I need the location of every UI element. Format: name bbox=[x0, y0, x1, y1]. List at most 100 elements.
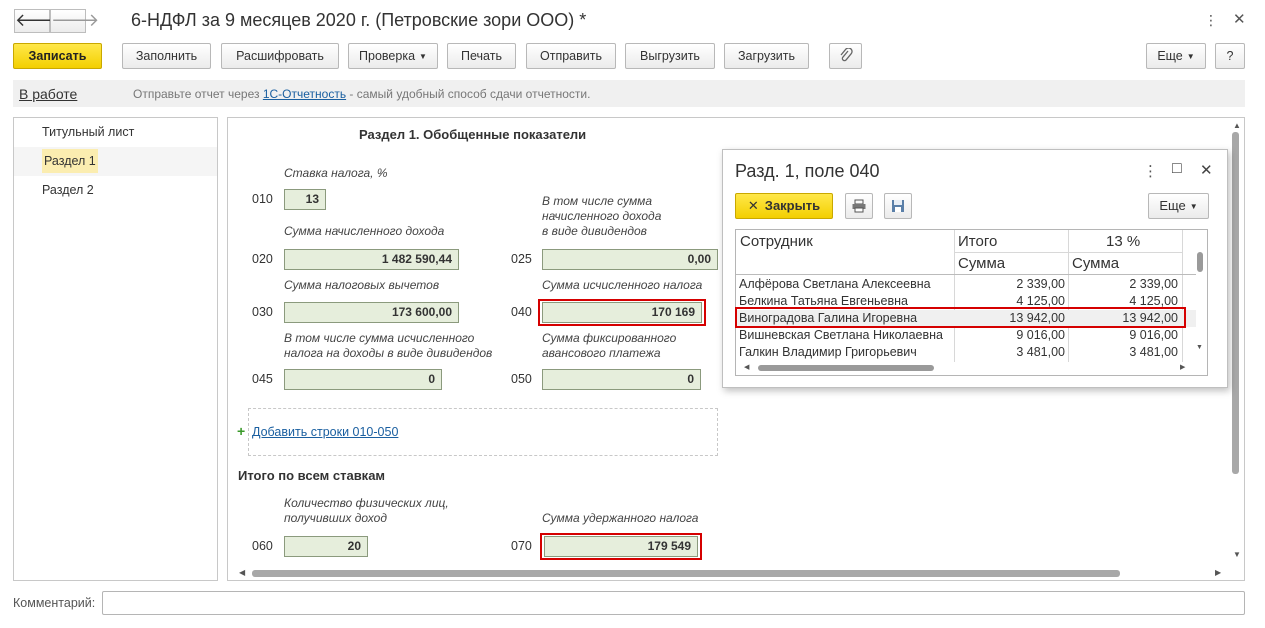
caret-down-icon: ▼ bbox=[1186, 51, 1195, 61]
cell-rate13: 2 339,00 bbox=[1129, 277, 1178, 291]
scroll-left-icon[interactable]: ◀ bbox=[239, 568, 245, 577]
employee-table: Сотрудник Итого 13 % Сумма Сумма Алфёров… bbox=[735, 229, 1208, 376]
field-060[interactable]: 20 bbox=[284, 536, 368, 557]
div-tax-label-line: налога на доходы в виде дивидендов bbox=[284, 346, 493, 360]
popup-title: Разд. 1, поле 040 bbox=[735, 161, 880, 181]
col-header-sum-rate[interactable]: Сумма bbox=[1072, 255, 1119, 272]
highlight-040 bbox=[538, 299, 706, 326]
cell-rate13: 9 016,00 bbox=[1129, 328, 1178, 342]
decode-button[interactable]: Расшифровать bbox=[221, 43, 339, 69]
reporting-link[interactable]: 1С-Отчетность bbox=[263, 87, 346, 101]
cell-total: 2 339,00 bbox=[1016, 277, 1065, 291]
highlight-070 bbox=[540, 533, 702, 560]
back-button[interactable]: 🡐 bbox=[14, 9, 63, 33]
col-header-rate[interactable]: 13 % bbox=[1106, 233, 1140, 250]
arrow-right-icon: 🡒 bbox=[51, 10, 100, 30]
fixed-label: Сумма фиксированного авансового платежа bbox=[542, 331, 676, 361]
header-divider bbox=[954, 252, 1182, 253]
cell-rate13: 4 125,00 bbox=[1129, 294, 1178, 308]
popup-close-button[interactable]: ✕ Закрыть bbox=[735, 193, 833, 219]
close-icon[interactable]: ✕ bbox=[1233, 12, 1246, 28]
code-025: 025 bbox=[511, 252, 532, 266]
check-dropdown-button[interactable]: Проверка ▼ bbox=[348, 43, 438, 69]
col-header-employee[interactable]: Сотрудник bbox=[740, 233, 813, 250]
horizontal-scrollbar[interactable] bbox=[252, 570, 1120, 577]
field-025[interactable]: 0,00 bbox=[542, 249, 718, 270]
nav-item-title-page[interactable]: Титульный лист bbox=[14, 118, 217, 147]
field-050[interactable]: 0 bbox=[542, 369, 701, 390]
more-options-icon[interactable]: ⋮ bbox=[1204, 12, 1218, 28]
vertical-scrollbar[interactable] bbox=[1232, 132, 1239, 474]
div-tax-label: В том числе сумма исчисленного налога на … bbox=[284, 331, 492, 361]
scroll-down-icon[interactable]: ▼ bbox=[1233, 550, 1241, 559]
table-hscroll-thumb[interactable] bbox=[758, 365, 934, 371]
table-vscroll-thumb[interactable] bbox=[1197, 252, 1203, 272]
popup-save-button[interactable] bbox=[884, 193, 912, 219]
table-row[interactable]: Алфёрова Светлана Алексеевна 2 339,00 2 … bbox=[736, 276, 1196, 293]
table-scroll-down-icon[interactable]: ▼ bbox=[1196, 344, 1203, 351]
scroll-up-icon[interactable]: ▲ bbox=[1233, 121, 1241, 130]
fill-button[interactable]: Заполнить bbox=[122, 43, 211, 69]
table-row[interactable]: Вишневская Светлана Николаевна 9 016,00 … bbox=[736, 327, 1196, 344]
section-title: Раздел 1. Обобщенные показатели bbox=[359, 127, 587, 142]
info-text: Отправьте отчет через 1С-Отчетность - са… bbox=[133, 87, 590, 101]
table-scroll-right-icon[interactable]: ▶ bbox=[1180, 363, 1185, 371]
popup-maximize-icon[interactable]: □ bbox=[1172, 160, 1182, 178]
check-label: Проверка bbox=[359, 49, 416, 63]
scroll-right-icon[interactable]: ▶ bbox=[1215, 568, 1221, 577]
field-020[interactable]: 1 482 590,44 bbox=[284, 249, 459, 270]
popup-more-button[interactable]: Еще ▼ bbox=[1148, 193, 1209, 219]
status-link[interactable]: В работе bbox=[19, 86, 77, 102]
nav-item-label: Титульный лист bbox=[42, 125, 135, 139]
code-010: 010 bbox=[252, 192, 273, 206]
print-button[interactable]: Печать bbox=[447, 43, 516, 69]
total-title: Итого по всем ставкам bbox=[238, 468, 386, 483]
nav-item-section-1[interactable]: Раздел 1 bbox=[14, 147, 217, 176]
popup-close-label: Закрыть bbox=[764, 198, 821, 213]
dividends-label-line: начисленного дохода bbox=[542, 209, 662, 223]
caret-down-icon: ▼ bbox=[419, 51, 427, 61]
more-label: Еще bbox=[1157, 49, 1183, 63]
floppy-disk-icon bbox=[892, 200, 904, 212]
cell-rate13: 3 481,00 bbox=[1129, 345, 1178, 359]
export-button[interactable]: Выгрузить bbox=[625, 43, 715, 69]
more-dropdown-button[interactable]: Еще ▼ bbox=[1146, 43, 1206, 69]
cell-total: 9 016,00 bbox=[1016, 328, 1065, 342]
cell-employee: Алфёрова Светлана Алексеевна bbox=[739, 277, 931, 291]
send-button[interactable]: Отправить bbox=[526, 43, 616, 69]
info-bar: В работе Отправьте отчет через 1С-Отчетн… bbox=[13, 80, 1245, 107]
calc-tax-label: Сумма исчисленного налога bbox=[542, 278, 703, 292]
dividends-label: В том числе сумма начисленного дохода в ви… bbox=[542, 194, 661, 239]
popup-more-label: Еще bbox=[1159, 198, 1186, 213]
comment-label: Комментарий: bbox=[13, 596, 96, 610]
table-scroll-left-icon[interactable]: ◀ bbox=[744, 363, 749, 371]
dividends-label-line: в виде дивидендов bbox=[542, 224, 647, 238]
caret-down-icon: ▼ bbox=[1189, 201, 1198, 211]
forward-button[interactable]: 🡒 bbox=[50, 9, 99, 33]
plus-icon: + bbox=[237, 423, 246, 439]
help-button[interactable]: ? bbox=[1215, 43, 1245, 69]
income-label: Сумма начисленного дохода bbox=[284, 224, 445, 238]
popup-more-icon[interactable]: ⋮ bbox=[1143, 162, 1158, 180]
add-rows-link[interactable]: Добавить строки 010-050 bbox=[252, 425, 398, 439]
col-header-sum-total[interactable]: Сумма bbox=[958, 255, 1005, 272]
comment-input[interactable] bbox=[102, 591, 1245, 615]
printer-icon bbox=[852, 199, 866, 213]
col-header-total[interactable]: Итого bbox=[958, 233, 997, 250]
field-045[interactable]: 0 bbox=[284, 369, 442, 390]
header-bottom bbox=[736, 274, 1196, 275]
table-row[interactable]: Галкин Владимир Григорьевич 3 481,00 3 4… bbox=[736, 344, 1196, 361]
field-030[interactable]: 173 600,00 bbox=[284, 302, 459, 323]
popup-print-button[interactable] bbox=[845, 193, 873, 219]
code-050: 050 bbox=[511, 372, 532, 386]
field-010[interactable]: 13 bbox=[284, 189, 326, 210]
import-button[interactable]: Загрузить bbox=[724, 43, 809, 69]
fixed-label-line: Сумма фиксированного bbox=[542, 331, 677, 345]
attach-button[interactable] bbox=[829, 43, 862, 69]
fixed-label-line: авансового платежа bbox=[542, 346, 661, 360]
code-040: 040 bbox=[511, 305, 532, 319]
popup-close-icon[interactable]: ✕ bbox=[1200, 161, 1213, 179]
persons-label-line: Количество физических лиц, bbox=[284, 496, 449, 510]
nav-item-section-2[interactable]: Раздел 2 bbox=[14, 176, 217, 205]
save-button[interactable]: Записать bbox=[13, 43, 102, 69]
